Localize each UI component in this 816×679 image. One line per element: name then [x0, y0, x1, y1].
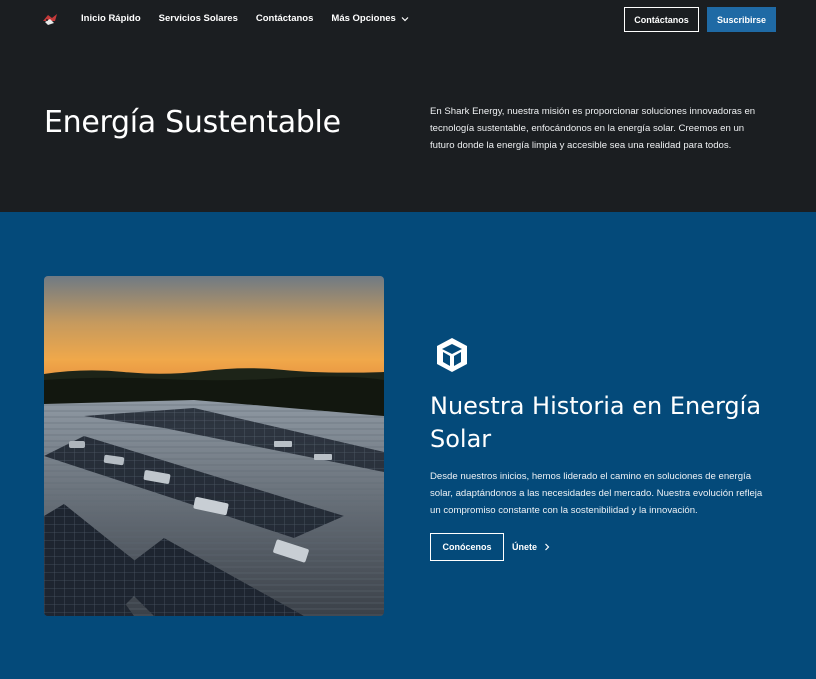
feature-section: Nuestra Historia en Energía Solar Desde … [0, 212, 816, 679]
nav-dropdown-label: Más Opciones [331, 13, 396, 24]
nav-link-inicio[interactable]: Inicio Rápido [81, 13, 141, 24]
chevron-down-icon [401, 16, 409, 21]
nav-links: Inicio Rápido Servicios Solares Contácta… [81, 13, 409, 24]
subscribe-button[interactable]: Suscribirse [707, 7, 776, 32]
hero-description: En Shark Energy, nuestra misión es propo… [430, 106, 756, 151]
hero-section: Energía Sustentable En Shark Energy, nue… [0, 40, 816, 212]
cube-icon [437, 338, 467, 372]
unete-link[interactable]: Únete [512, 542, 550, 552]
feature-description: Desde nuestros inicios, hemos liderado e… [430, 471, 763, 516]
hero-title: Energía Sustentable [44, 105, 341, 140]
top-navbar: Inicio Rápido Servicios Solares Contácta… [0, 0, 816, 40]
nav-link-servicios[interactable]: Servicios Solares [159, 13, 238, 24]
unete-label: Únete [512, 542, 538, 552]
logo-icon[interactable] [42, 12, 58, 26]
chevron-right-icon [545, 543, 550, 551]
solar-rooftop-image [44, 276, 384, 616]
contact-button[interactable]: Contáctanos [624, 7, 699, 32]
conocenos-button[interactable]: Conócenos [430, 533, 504, 561]
nav-link-contactanos[interactable]: Contáctanos [256, 13, 314, 24]
nav-dropdown-mas-opciones[interactable]: Más Opciones [331, 13, 409, 24]
feature-title: Nuestra Historia en Energía Solar [430, 392, 762, 453]
